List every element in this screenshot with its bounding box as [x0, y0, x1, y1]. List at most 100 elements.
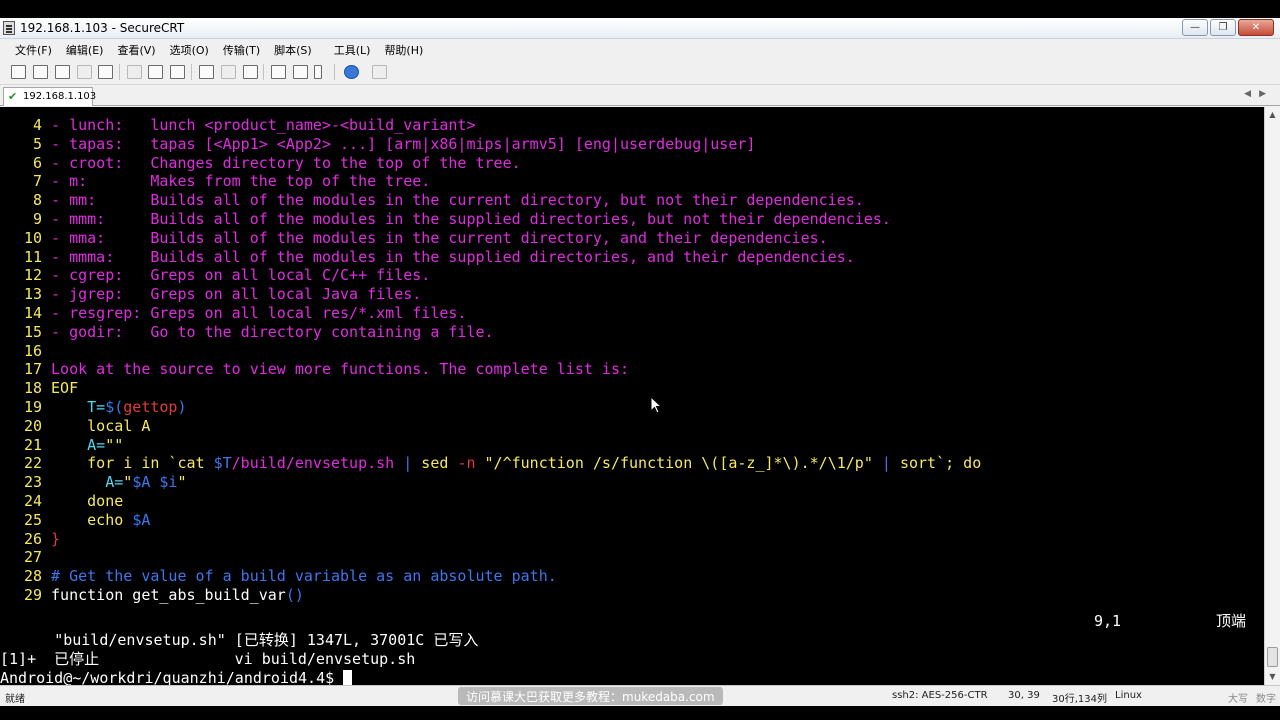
- sftp-icon[interactable]: [372, 65, 387, 79]
- line-number: 15: [23, 322, 42, 341]
- window-title: 192.168.1.103 - SecureCRT: [20, 21, 185, 35]
- line-number: 25: [23, 510, 42, 529]
- code-line: 13 - jgrep: Greps on all local Java file…: [0, 285, 421, 304]
- code-text: - lunch: lunch <product_name>-<build_var…: [42, 116, 476, 134]
- status-size: 30行,134列: [1052, 694, 1107, 705]
- shell-prompt-line: Android@~/workdri/quanzhi/android4.4$: [0, 669, 353, 685]
- copy-icon[interactable]: [127, 65, 142, 79]
- video-letterbox-top: [0, 0, 1280, 18]
- code-text: "/^function /s/function \([a-z_]*\).*/\1…: [475, 454, 882, 473]
- connect-icon[interactable]: [11, 65, 26, 79]
- code-line: 22 for i in `cat $T/build/envsetup.sh | …: [0, 454, 981, 473]
- vim-scroll-position: 顶端: [1216, 612, 1247, 630]
- code-text: |: [881, 454, 891, 473]
- code-line: 7 - m: Makes from the top of the tree.: [0, 172, 430, 191]
- line-number: 20: [23, 416, 42, 435]
- tab-scroll-arrows-icon[interactable]: ◀▶: [1244, 89, 1274, 99]
- code-line: 27: [0, 548, 42, 567]
- code-text: # Get the value of a build variable as a…: [42, 567, 557, 586]
- scrollbar-thumb[interactable]: [1267, 647, 1278, 667]
- code-line: 23 A="$A $i": [0, 473, 187, 492]
- code-text: - m: Makes from the top of the tree.: [42, 172, 431, 191]
- menu-script[interactable]: 脚本(S): [267, 39, 319, 59]
- code-line: 11 - mmma: Builds all of the modules in …: [0, 248, 855, 267]
- line-number: 7: [32, 172, 42, 191]
- help-icon[interactable]: [344, 65, 359, 79]
- line-number: 18: [23, 379, 42, 398]
- code-text: /build/envsetup.sh: [231, 454, 395, 473]
- terminal-screen[interactable]: 4 - lunch: lunch <product_name>-<build_v…: [0, 107, 1264, 685]
- session-tab-bar: ✔ 192.168.1.103 ◀▶: [0, 86, 1280, 106]
- shell-prompt: Android@~/workdri/quanzhi/android4.4$: [0, 669, 344, 685]
- code-text: Look at the source to view more function…: [42, 360, 629, 379]
- connect-in-tab-icon[interactable]: [55, 65, 70, 79]
- code-line: 26 }: [0, 530, 60, 549]
- line-number: 21: [23, 435, 42, 454]
- line-number: 22: [23, 454, 42, 473]
- status-cipher: ssh2: AES-256-CTR: [892, 690, 988, 701]
- title-bar: 192.168.1.103 - SecureCRT — ❐ ✕: [0, 18, 1280, 39]
- code-line: 14 - resgrep: Greps on all local res/*.x…: [0, 304, 467, 323]
- minimize-button[interactable]: —: [1182, 19, 1208, 36]
- code-line: 28 # Get the value of a build variable a…: [0, 567, 557, 586]
- code-text: }: [42, 529, 61, 548]
- line-number: 5: [32, 134, 42, 153]
- line-number: 13: [23, 285, 42, 304]
- toolbar: [0, 59, 1280, 85]
- print-setup-icon[interactable]: [243, 65, 258, 79]
- key-icon[interactable]: [314, 65, 322, 79]
- code-text: $(: [105, 398, 124, 416]
- menu-file[interactable]: 文件(F): [8, 39, 59, 59]
- code-line: 16: [0, 342, 42, 361]
- code-line: 8 - mm: Builds all of the modules in the…: [0, 191, 864, 210]
- menu-tools[interactable]: 工具(L): [327, 39, 378, 59]
- code-text: ": [177, 473, 187, 492]
- quick-connect-icon[interactable]: [33, 65, 48, 79]
- print-icon[interactable]: [199, 65, 214, 79]
- scroll-down-icon[interactable]: ▼: [1267, 671, 1278, 682]
- print-selection-icon[interactable]: [221, 65, 236, 79]
- scroll-up-icon[interactable]: ▲: [1267, 109, 1278, 120]
- line-number: 23: [23, 473, 42, 492]
- disconnect-icon[interactable]: [98, 65, 113, 79]
- status-caps: 大写: [1228, 694, 1248, 705]
- close-button[interactable]: ✕: [1238, 19, 1274, 36]
- code-line: 4 - lunch: lunch <product_name>-<build_v…: [0, 116, 476, 135]
- menu-bar: 文件(F) 编辑(E) 查看(V) 选项(O) 传输(T) 脚本(S) 工具(L…: [0, 39, 1280, 59]
- line-number: 27: [23, 548, 42, 567]
- code-text: function get_abs_build_var: [42, 586, 286, 604]
- global-options-icon[interactable]: [293, 65, 308, 79]
- tab-session-label: 192.168.1.103: [23, 91, 97, 102]
- code-line: 19 T=$(gettop): [0, 398, 187, 417]
- maximize-button[interactable]: ❐: [1210, 19, 1236, 36]
- session-options-icon[interactable]: [271, 65, 286, 79]
- code-text: (): [285, 586, 304, 604]
- code-text: - tapas: tapas [<App1> <App2> ...] [arm|…: [42, 134, 756, 153]
- code-text: A=: [42, 435, 106, 454]
- status-bar: 就绪 访问慕课大巴获取更多教程：mukedaba.com ssh2: AES-2…: [0, 685, 1280, 706]
- reconnect-icon[interactable]: [77, 65, 92, 79]
- tab-session[interactable]: ✔ 192.168.1.103: [3, 87, 97, 106]
- vim-file-info: "build/envsetup.sh" [已转换] 1347L, 37001C …: [54, 631, 479, 649]
- code-line: 18 EOF: [0, 379, 78, 398]
- code-text: - resgrep: Greps on all local res/*.xml …: [42, 304, 467, 322]
- menu-transfer[interactable]: 传输(T): [216, 39, 267, 59]
- code-text: - jgrep: Greps on all local Java files.: [42, 285, 422, 304]
- menu-edit[interactable]: 编辑(E): [59, 39, 111, 59]
- code-line: 20 local A: [0, 417, 150, 436]
- connected-check-icon: ✔: [8, 90, 18, 103]
- line-number: 17: [23, 360, 42, 379]
- vim-cursor-position: 9,1: [1094, 612, 1122, 630]
- find-icon[interactable]: [170, 65, 185, 79]
- menu-view[interactable]: 查看(V): [110, 39, 162, 59]
- code-line: 21 A="": [0, 436, 123, 455]
- menu-help[interactable]: 帮助(H): [377, 39, 430, 59]
- code-text: $A: [132, 510, 151, 529]
- menu-options[interactable]: 选项(O): [163, 39, 216, 59]
- line-number: 12: [23, 266, 42, 285]
- terminal-scrollbar[interactable]: ▲ ▼: [1264, 107, 1280, 685]
- paste-icon[interactable]: [148, 65, 163, 79]
- line-number: 10: [23, 228, 42, 247]
- code-text: T=: [42, 398, 106, 416]
